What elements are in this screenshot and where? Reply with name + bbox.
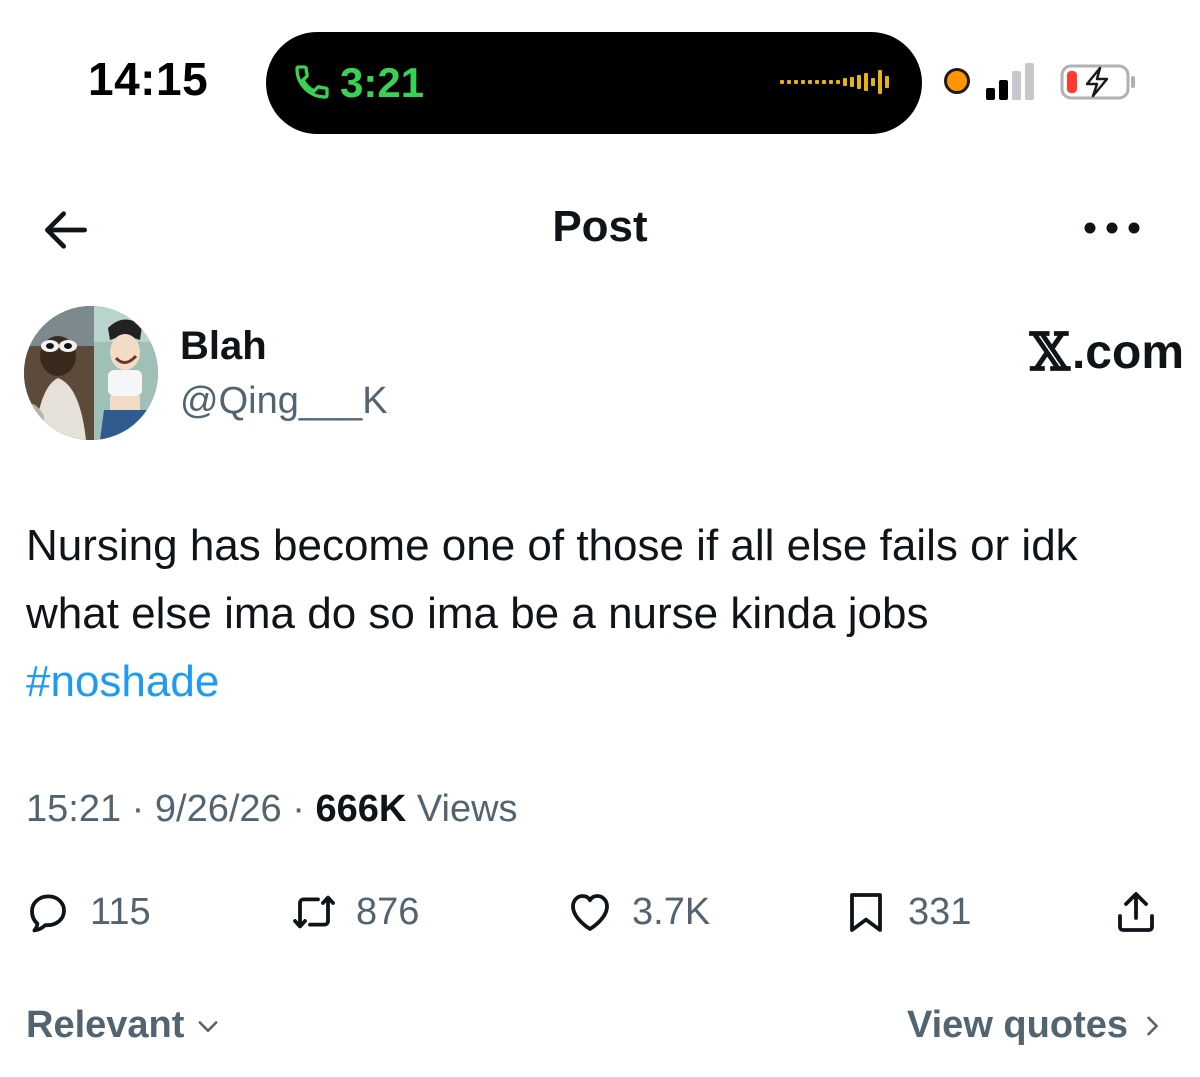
replies-footer: Relevant View quotes (0, 996, 1200, 1060)
tweet-body: Nursing has become one of those if all e… (26, 521, 1078, 638)
bookmark-count: 331 (908, 890, 972, 933)
author-handle[interactable]: @Qing___K (180, 380, 388, 423)
sort-label: Relevant (26, 1004, 185, 1046)
reply-count: 115 (90, 890, 151, 933)
sort-dropdown[interactable]: Relevant (26, 1004, 222, 1047)
phone-icon (295, 65, 329, 99)
post-date: 9/26/26 (154, 788, 282, 830)
like-button[interactable]: 3.7K (566, 882, 710, 942)
avatar-image (24, 306, 158, 440)
share-icon (1118, 892, 1154, 932)
repost-icon (293, 895, 335, 929)
meta-separator: · (121, 788, 155, 830)
status-indicators (944, 62, 1154, 102)
page-title: Post (552, 202, 648, 251)
battery-charging-icon (1060, 64, 1135, 100)
view-quotes-button[interactable]: View quotes (907, 1004, 1166, 1047)
x-logo-icon: 𝕏 (1029, 322, 1070, 383)
chevron-right-icon (1147, 1016, 1158, 1035)
repost-count: 876 (356, 890, 420, 933)
bookmark-icon (850, 893, 882, 932)
call-duration: 3:21 (340, 59, 425, 106)
post-header: Post (0, 180, 1200, 276)
status-bar: 14:15 3:21 (0, 0, 1200, 160)
views-label[interactable]: Views (417, 788, 518, 830)
action-bar: 115 876 3.7K 331 (0, 872, 1200, 952)
like-icon (571, 894, 609, 931)
like-count: 3.7K (632, 890, 711, 933)
chevron-down-icon (198, 1020, 218, 1032)
author-display-name[interactable]: Blah (180, 324, 267, 369)
tweet-text: Nursing has become one of those if all e… (26, 512, 1176, 716)
dynamic-island-call[interactable]: 3:21 (266, 32, 922, 134)
reply-icon (30, 894, 66, 933)
hashtag-link[interactable]: #noshade (26, 657, 219, 706)
bookmark-button[interactable]: 331 (842, 882, 971, 942)
audio-waveform-icon (780, 70, 889, 94)
repost-button[interactable]: 876 (290, 882, 419, 942)
mic-indicator-dot (944, 68, 970, 94)
avatar[interactable] (24, 306, 158, 440)
tweet-meta: 15:21 · 9/26/26 · 666K Views (26, 788, 518, 831)
more-horizontal-icon[interactable] (1082, 214, 1142, 242)
author-row: Blah @Qing___K 𝕏 .com (24, 306, 1184, 446)
views-count[interactable]: 666K (315, 788, 406, 830)
meta-separator: · (281, 788, 316, 830)
post-time: 15:21 (26, 788, 122, 830)
signal-bars-icon (986, 63, 1034, 100)
reply-button[interactable]: 115 (24, 882, 151, 942)
status-time: 14:15 (88, 53, 209, 105)
x-watermark: 𝕏 .com (1030, 322, 1184, 383)
share-button[interactable] (1112, 882, 1160, 942)
view-quotes-label: View quotes (906, 1004, 1128, 1046)
watermark-domain: .com (1071, 326, 1184, 379)
